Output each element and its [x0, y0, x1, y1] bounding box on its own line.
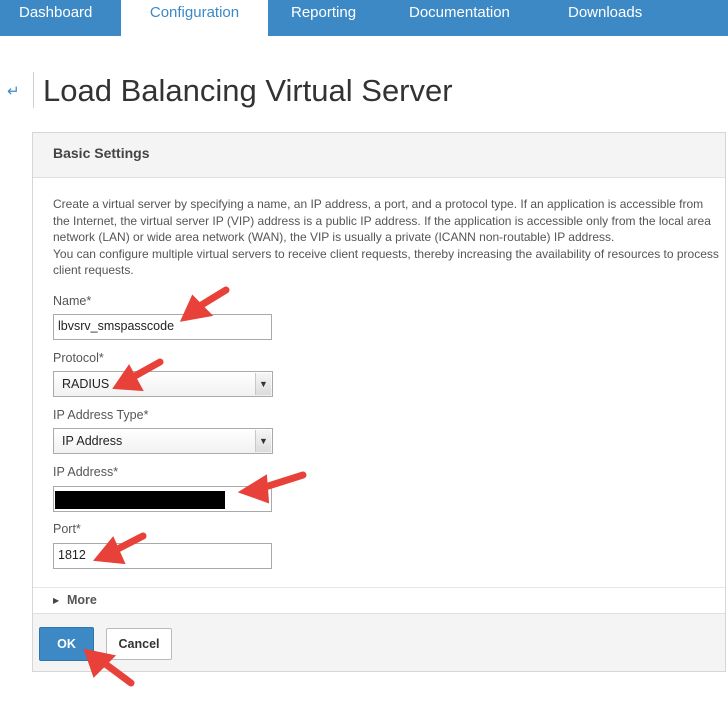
more-toggle[interactable]: ▶ More [33, 587, 725, 613]
chevron-down-icon[interactable]: ▼ [255, 373, 271, 395]
panel-header: Basic Settings [33, 133, 725, 178]
protocol-select[interactable]: RADIUS ▼ [53, 371, 273, 397]
description-paragraph: You can configure multiple virtual serve… [53, 246, 719, 278]
name-field[interactable]: lbvsrv_smspasscode [53, 314, 272, 340]
tab-configuration[interactable]: Configuration [121, 0, 268, 36]
description-paragraph: Create a virtual server by specifying a … [53, 197, 711, 244]
tab-dashboard[interactable]: Dashboard [19, 0, 92, 36]
page-title: Load Balancing Virtual Server [43, 73, 453, 108]
ip-address-type-value: IP Address [62, 434, 123, 448]
more-label: More [67, 593, 97, 607]
cancel-button[interactable]: Cancel [106, 628, 172, 660]
panel-description: Create a virtual server by specifying a … [53, 196, 723, 279]
port-label: Port* [53, 522, 81, 536]
ok-button[interactable]: OK [39, 627, 94, 661]
tab-downloads[interactable]: Downloads [568, 0, 642, 36]
ip-address-type-label: IP Address Type* [53, 408, 149, 422]
protocol-label: Protocol* [53, 351, 104, 365]
caret-right-icon: ▶ [53, 596, 60, 605]
tab-reporting[interactable]: Reporting [291, 0, 356, 36]
basic-settings-panel: Basic Settings Create a virtual server b… [32, 132, 726, 672]
port-field[interactable]: 1812 [53, 543, 272, 569]
panel-header-title: Basic Settings [53, 145, 150, 161]
panel-footer: OK Cancel [33, 613, 725, 671]
protocol-value: RADIUS [62, 377, 110, 391]
ip-address-type-select[interactable]: IP Address ▼ [53, 428, 273, 454]
redaction-box [55, 491, 225, 509]
top-navigation: Dashboard Configuration Reporting Docume… [0, 0, 728, 36]
tab-documentation[interactable]: Documentation [409, 0, 510, 36]
title-divider [33, 72, 34, 108]
chevron-down-icon[interactable]: ▼ [255, 430, 271, 452]
ip-address-label: IP Address* [53, 465, 119, 479]
name-label: Name* [53, 294, 92, 308]
back-arrow-icon[interactable]: ↵ [7, 82, 20, 100]
